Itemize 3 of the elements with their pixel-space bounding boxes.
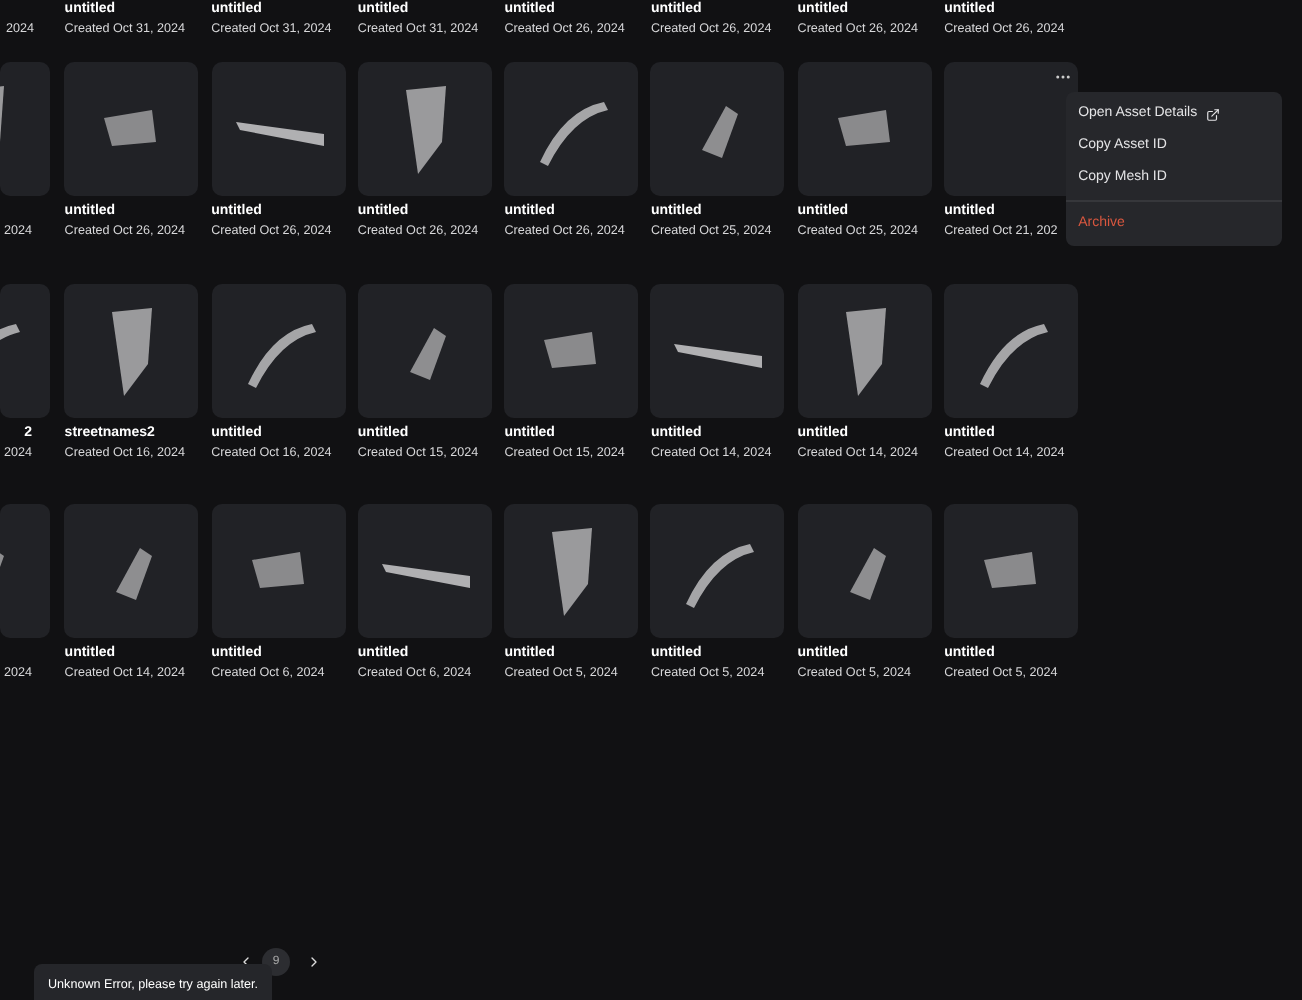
external-link-icon [1205, 107, 1220, 121]
thumbnail-card[interactable] [944, 62, 1079, 196]
next-page-button[interactable] [306, 954, 322, 970]
